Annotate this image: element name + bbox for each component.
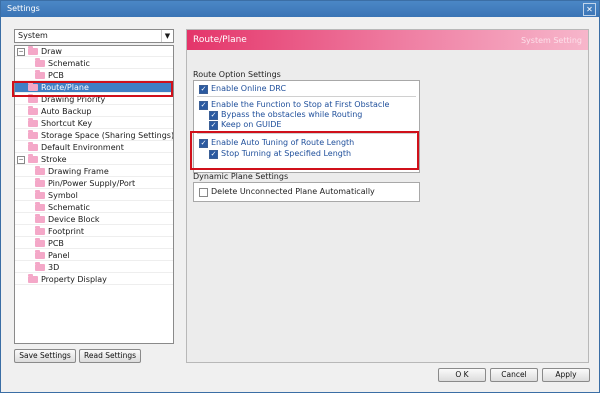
folder-icon: [35, 70, 45, 79]
tree-item-schematic[interactable]: Schematic: [15, 58, 173, 69]
tree-item-label: Draw: [41, 47, 62, 56]
folder-icon: [28, 118, 38, 127]
tree-item-label: PCB: [48, 71, 64, 80]
tree-item-property-display[interactable]: Property Display: [15, 274, 173, 285]
tree-item-label: Default Environment: [41, 143, 124, 152]
tree-item-label: Storage Space (Sharing Settings): [41, 131, 174, 140]
title-bar: Settings ✕: [1, 1, 599, 17]
folder-icon: [35, 250, 45, 259]
tree-item-label: Property Display: [41, 275, 107, 284]
ok-button[interactable]: O K: [438, 368, 486, 382]
tree-item-label: Drawing Frame: [48, 167, 109, 176]
separator: [197, 96, 416, 97]
folder-icon: [35, 262, 45, 271]
panel-banner: Route/Plane System Setting: [187, 30, 588, 50]
tree-item-stroke-pcb[interactable]: PCB: [15, 238, 173, 249]
panel-content: Route Option Settings ✓ Enable Online DR…: [187, 50, 588, 362]
folder-icon: [28, 94, 38, 103]
settings-panel: Route/Plane System Setting Route Option …: [186, 29, 589, 363]
dynamic-plane-group: Delete Unconnected Plane Automatically: [193, 182, 420, 202]
folder-icon: [28, 274, 38, 283]
tree-item-default-environment[interactable]: Default Environment: [15, 142, 173, 153]
tree-item-shortcut-key[interactable]: Shortcut Key: [15, 118, 173, 129]
folder-icon: [35, 190, 45, 199]
settings-window: Settings ✕ System ▼ − Draw Schematic PCB…: [0, 0, 600, 393]
delete-unconnected-checkbox[interactable]: [199, 188, 208, 197]
tree-item-label: Footprint: [48, 227, 85, 236]
cancel-button[interactable]: Cancel: [490, 368, 538, 382]
bypass-obstacles-checkbox[interactable]: ✓: [209, 111, 218, 120]
folder-icon: [35, 214, 45, 223]
tree-item-label: Device Block: [48, 215, 100, 224]
apply-button[interactable]: Apply: [542, 368, 590, 382]
online-drc-label: Enable Online DRC: [211, 84, 287, 93]
tree-item-device-block[interactable]: Device Block: [15, 214, 173, 225]
stop-first-obstacle-label: Enable the Function to Stop at First Obs…: [211, 100, 390, 109]
tree-item-draw[interactable]: − Draw: [15, 46, 173, 57]
tree-item-stroke-schematic[interactable]: Schematic: [15, 202, 173, 213]
folder-icon: [28, 106, 38, 115]
tree-item-label: Stroke: [41, 155, 67, 164]
close-icon[interactable]: ✕: [583, 3, 596, 16]
folder-icon: [35, 166, 45, 175]
tree-item-drawing-frame[interactable]: Drawing Frame: [15, 166, 173, 177]
route-option-section-label: Route Option Settings: [193, 70, 281, 79]
online-drc-checkbox[interactable]: ✓: [199, 85, 208, 94]
tree-item-symbol[interactable]: Symbol: [15, 190, 173, 201]
keep-on-guide-label: Keep on GUIDE: [221, 120, 282, 129]
folder-icon: [35, 178, 45, 187]
tree-item-label: 3D: [48, 263, 60, 272]
folder-icon: [28, 130, 38, 139]
folder-icon: [28, 142, 38, 151]
collapse-icon[interactable]: −: [17, 48, 25, 56]
window-title: Settings: [7, 4, 40, 13]
tree-item-panel[interactable]: Panel: [15, 250, 173, 261]
tree-item-footprint[interactable]: Footprint: [15, 226, 173, 237]
folder-icon: [35, 226, 45, 235]
stop-first-obstacle-checkbox[interactable]: ✓: [199, 101, 208, 110]
save-settings-button[interactable]: Save Settings: [14, 349, 76, 363]
folder-icon: [28, 154, 38, 163]
tree-item-label: Auto Backup: [41, 107, 92, 116]
tree-item-label: PCB: [48, 239, 64, 248]
tree-item-label: Schematic: [48, 203, 90, 212]
bypass-obstacles-label: Bypass the obstacles while Routing: [221, 110, 363, 119]
tree-item-3d[interactable]: 3D: [15, 262, 173, 273]
tree-item-label: Shortcut Key: [41, 119, 93, 128]
tree-item-label: Schematic: [48, 59, 90, 68]
tree-item-storage-space[interactable]: Storage Space (Sharing Settings): [15, 130, 173, 141]
folder-icon: [28, 46, 38, 55]
folder-icon: [35, 202, 45, 211]
category-selector-value: System: [18, 31, 48, 40]
tree-item-auto-backup[interactable]: Auto Backup: [15, 106, 173, 117]
read-settings-button[interactable]: Read Settings: [79, 349, 141, 363]
tree-item-label: Pin/Power Supply/Port: [48, 179, 136, 188]
folder-icon: [35, 238, 45, 247]
tree-item-label: Symbol: [48, 191, 78, 200]
collapse-icon[interactable]: −: [17, 156, 25, 164]
category-selector[interactable]: System ▼: [14, 29, 174, 43]
chevron-down-icon[interactable]: ▼: [161, 30, 173, 42]
tree-item-pin-power-port[interactable]: Pin/Power Supply/Port: [15, 178, 173, 189]
delete-unconnected-label: Delete Unconnected Plane Automatically: [211, 187, 375, 196]
highlight-auto-tuning: [190, 131, 419, 170]
folder-icon: [35, 58, 45, 67]
highlight-route-plane: [12, 81, 173, 97]
tree-item-label: Panel: [48, 251, 70, 260]
panel-subtitle: System Setting: [520, 36, 582, 45]
dynamic-plane-section-label: Dynamic Plane Settings: [193, 172, 289, 181]
panel-title: Route/Plane: [193, 35, 247, 45]
tree-item-pcb[interactable]: PCB: [15, 70, 173, 81]
keep-on-guide-checkbox[interactable]: ✓: [209, 121, 218, 130]
tree-item-stroke[interactable]: − Stroke: [15, 154, 173, 165]
